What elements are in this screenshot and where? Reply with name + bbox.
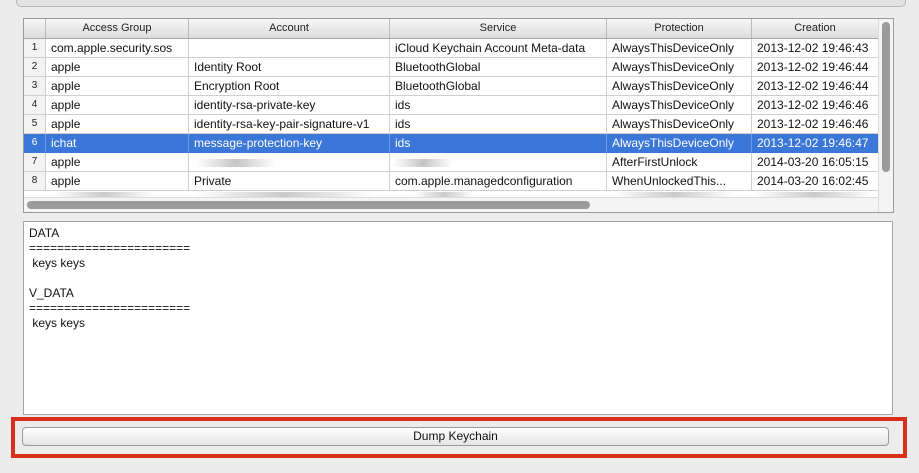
- column-header-access-group[interactable]: Access Group: [46, 19, 189, 38]
- creation-cell: 2013-12-02 19:46:44: [752, 77, 879, 96]
- creation-cell: 2013-12-02 19:46:47: [752, 134, 879, 153]
- horizontal-scrollbar-thumb[interactable]: [27, 201, 590, 209]
- data-output-text: DATA ======================= keys keys V…: [29, 226, 191, 330]
- vertical-scrollbar[interactable]: [878, 19, 893, 212]
- row-number: 6: [24, 134, 46, 153]
- service-cell: BluetoothGlobal: [390, 58, 607, 77]
- protection-cell: AlwaysThisDeviceOnly: [607, 134, 752, 153]
- column-header-service[interactable]: Service: [390, 19, 607, 38]
- account-cell: [189, 39, 390, 58]
- access-group-cell: apple: [46, 115, 189, 134]
- redacted-blur: [393, 158, 453, 167]
- column-header-row-number[interactable]: [24, 19, 46, 38]
- row-number: 1: [24, 39, 46, 58]
- access-group-cell: apple: [46, 58, 189, 77]
- access-group-cell: apple: [46, 96, 189, 115]
- service-cell: com.apple.managedconfiguration: [390, 172, 607, 191]
- vertical-scrollbar-thumb[interactable]: [882, 22, 890, 172]
- table-header: Access Group Account Service Protection …: [24, 19, 879, 39]
- service-cell: ids: [390, 134, 607, 153]
- access-group-cell: apple: [46, 172, 189, 191]
- table-row[interactable]: 8 apple Private com.apple.managedconfigu…: [24, 172, 879, 191]
- account-cell: message-protection-key: [189, 134, 390, 153]
- creation-cell: 2013-12-02 19:46:44: [752, 58, 879, 77]
- creation-cell: 2014-03-20 16:02:45: [752, 172, 879, 191]
- column-header-account[interactable]: Account: [189, 19, 390, 38]
- account-cell: Encryption Root: [189, 77, 390, 96]
- creation-cell: 2014-03-20 16:05:15: [752, 153, 879, 172]
- row-number: 8: [24, 172, 46, 191]
- row-number: 4: [24, 96, 46, 115]
- protection-cell: AlwaysThisDeviceOnly: [607, 39, 752, 58]
- service-cell: BluetoothGlobal: [390, 77, 607, 96]
- table-row[interactable]: 3 apple Encryption Root BluetoothGlobal …: [24, 77, 879, 96]
- column-header-creation[interactable]: Creation: [752, 19, 879, 38]
- account-cell: identity-rsa-private-key: [189, 96, 390, 115]
- account-cell: Identity Root: [189, 58, 390, 77]
- row-number: 3: [24, 77, 46, 96]
- keychain-table[interactable]: Access Group Account Service Protection …: [23, 18, 894, 213]
- row-number: 5: [24, 115, 46, 134]
- account-cell-redacted: [189, 153, 390, 172]
- protection-cell: AlwaysThisDeviceOnly: [607, 96, 752, 115]
- horizontal-scrollbar[interactable]: [24, 197, 879, 212]
- table-body: 1 com.apple.security.sos iCloud Keychain…: [24, 39, 879, 191]
- data-output-panel[interactable]: DATA ======================= keys keys V…: [23, 221, 893, 415]
- access-group-cell: apple: [46, 153, 189, 172]
- table-row[interactable]: 7 apple AfterFirstUnlock 2014-03-20 16:0…: [24, 153, 879, 172]
- creation-cell: 2013-12-02 19:46:43: [752, 39, 879, 58]
- account-cell: Private: [189, 172, 390, 191]
- service-cell-redacted: [390, 153, 607, 172]
- account-cell: identity-rsa-key-pair-signature-v1: [189, 115, 390, 134]
- table-row-selected[interactable]: 6 ichat message-protection-key ids Alway…: [24, 134, 879, 153]
- row-number: 7: [24, 153, 46, 172]
- dump-keychain-button[interactable]: Dump Keychain: [22, 427, 889, 446]
- protection-cell: AlwaysThisDeviceOnly: [607, 115, 752, 134]
- access-group-cell: com.apple.security.sos: [46, 39, 189, 58]
- service-cell: ids: [390, 96, 607, 115]
- protection-cell: WhenUnlockedThis...: [607, 172, 752, 191]
- column-header-protection[interactable]: Protection: [607, 19, 752, 38]
- protection-cell: AlwaysThisDeviceOnly: [607, 77, 752, 96]
- service-cell: ids: [390, 115, 607, 134]
- creation-cell: 2013-12-02 19:46:46: [752, 115, 879, 134]
- creation-cell: 2013-12-02 19:46:46: [752, 96, 879, 115]
- row-number: 2: [24, 58, 46, 77]
- redacted-blur: [196, 158, 276, 167]
- protection-cell: AfterFirstUnlock: [607, 153, 752, 172]
- table-row[interactable]: 5 apple identity-rsa-key-pair-signature-…: [24, 115, 879, 134]
- top-panel-edge: [16, 0, 906, 7]
- table-row[interactable]: 1 com.apple.security.sos iCloud Keychain…: [24, 39, 879, 58]
- service-cell: iCloud Keychain Account Meta-data: [390, 39, 607, 58]
- table-row[interactable]: 4 apple identity-rsa-private-key ids Alw…: [24, 96, 879, 115]
- access-group-cell: ichat: [46, 134, 189, 153]
- protection-cell: AlwaysThisDeviceOnly: [607, 58, 752, 77]
- table-row[interactable]: 2 apple Identity Root BluetoothGlobal Al…: [24, 58, 879, 77]
- access-group-cell: apple: [46, 77, 189, 96]
